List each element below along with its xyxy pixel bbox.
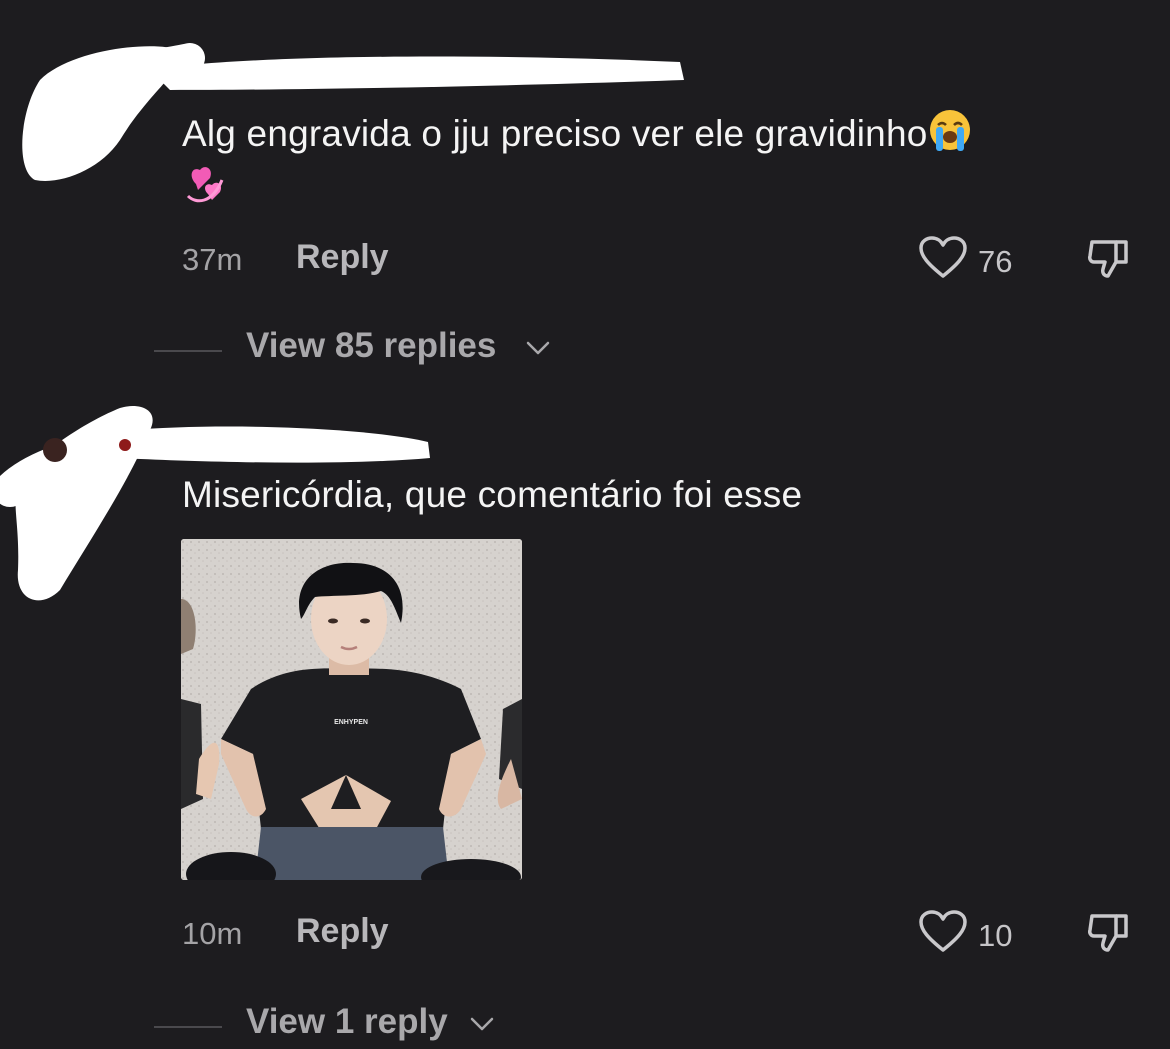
chevron-down-icon: [470, 1016, 494, 1037]
comment-2-actions: 10m Reply 10: [182, 910, 1142, 954]
comment-1-text-line: Alg engravida o jju preciso ver ele grav…: [182, 108, 972, 163]
heart-icon[interactable]: [918, 236, 968, 285]
redacted-avatar-scribble: [22, 43, 684, 181]
shirt-logo-text: ENHYPEN: [334, 719, 368, 726]
revolving-hearts-icon: [182, 160, 228, 217]
comment-2-like-count: 10: [978, 918, 1013, 953]
heart-icon[interactable]: [918, 910, 968, 959]
comment-1-view-replies-label: View 85 replies: [246, 326, 497, 365]
comment-1-text: Alg engravida o jju preciso ver ele grav…: [182, 113, 928, 154]
comment-1-reply-button[interactable]: Reply: [296, 238, 389, 277]
comment-2-view-replies-label: View 1 reply: [246, 1002, 448, 1041]
comment-1-time: 37m: [182, 242, 243, 277]
loudly-crying-face-icon: [928, 108, 972, 163]
comment-2-reply-button[interactable]: Reply: [296, 912, 389, 951]
comment-2-attached-photo[interactable]: ENHYPEN: [181, 539, 522, 880]
chevron-down-icon: [526, 340, 550, 361]
thumbs-down-icon[interactable]: [1086, 910, 1132, 961]
comment-1-view-replies[interactable]: View 85 replies: [154, 326, 754, 370]
comments-screen: Alg engravida o jju preciso ver ele grav…: [0, 0, 1170, 1049]
comment-1-like-count: 76: [978, 244, 1013, 279]
comment-2-text: Misericórdia, que comentário foi esse: [182, 474, 803, 515]
comment-1-actions: 37m Reply 76: [182, 236, 1142, 280]
thumbs-down-icon[interactable]: [1086, 236, 1132, 287]
comment-2-view-replies[interactable]: View 1 reply: [154, 1002, 754, 1046]
replies-divider-line: [154, 350, 222, 352]
replies-divider-line: [154, 1026, 222, 1028]
comment-2-time: 10m: [182, 916, 243, 951]
